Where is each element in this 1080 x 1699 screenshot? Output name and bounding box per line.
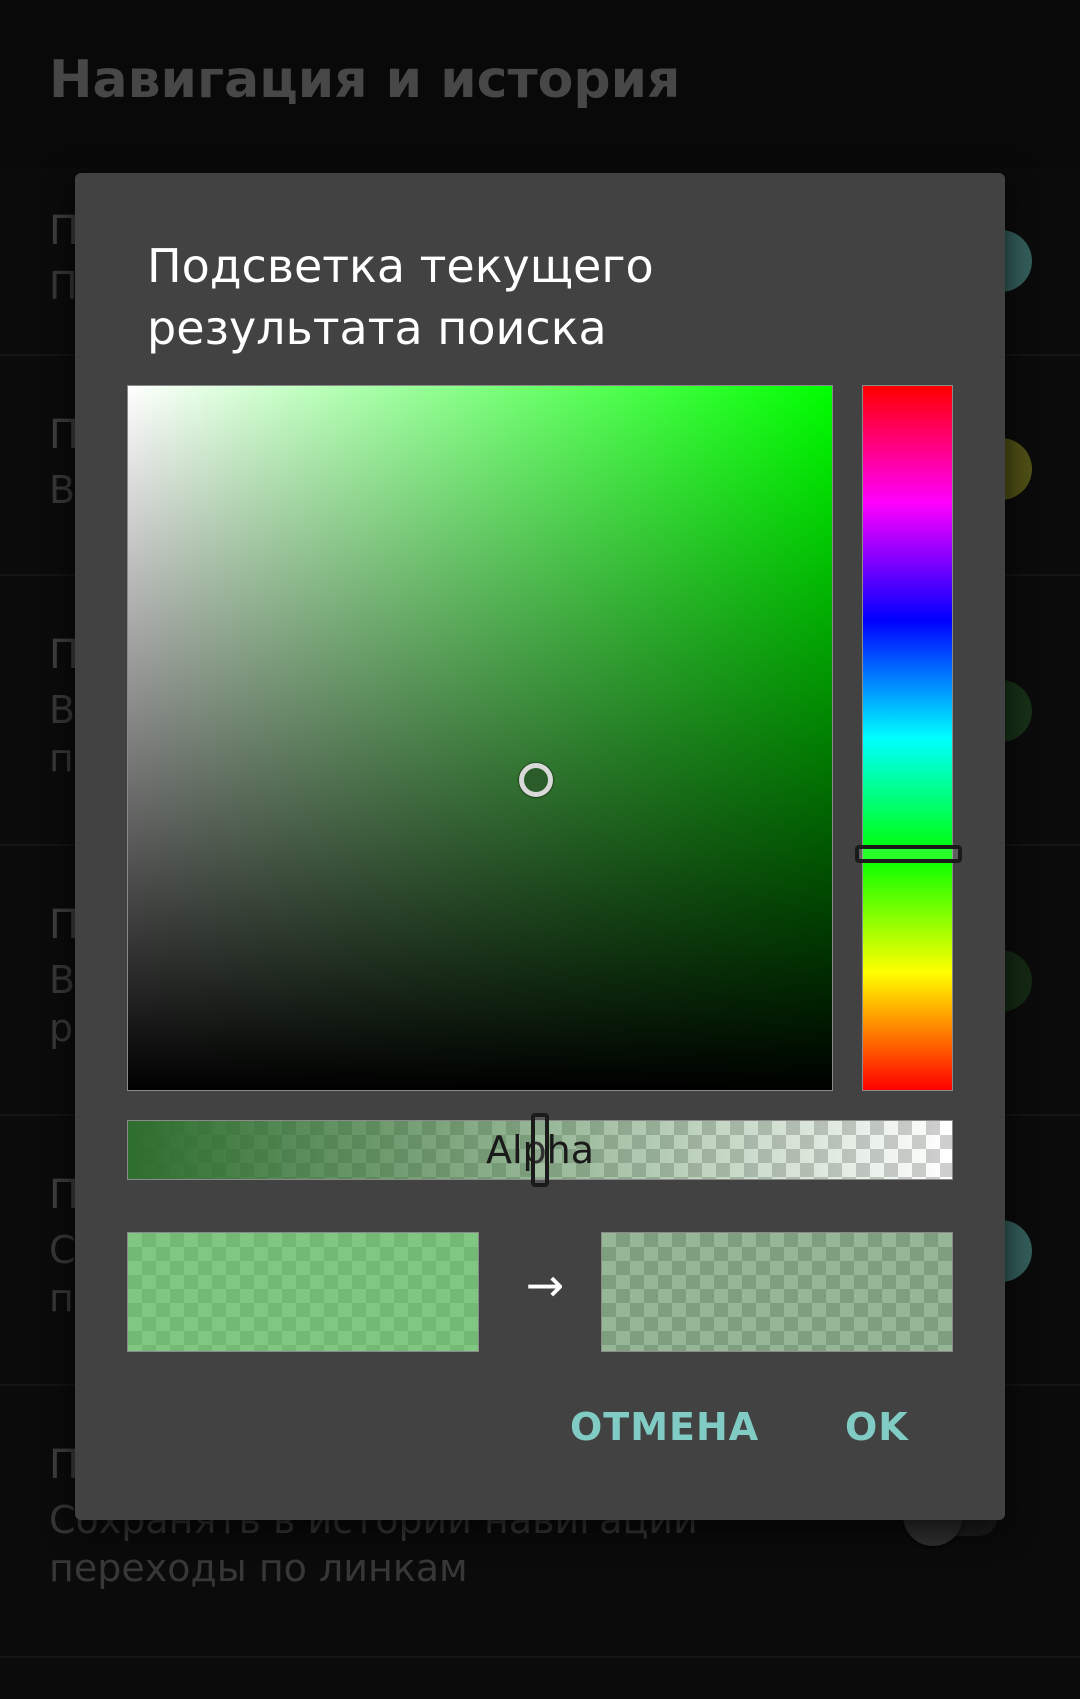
cancel-button[interactable]: ОТМЕНА	[570, 1405, 759, 1449]
dialog-title: Подсветка текущего результата поиска	[147, 239, 654, 355]
old-color-preview	[127, 1232, 479, 1352]
alpha-handle[interactable]	[531, 1113, 549, 1187]
hue-slider[interactable]	[855, 385, 962, 1091]
arrow-icon: →	[525, 1258, 565, 1312]
ok-button[interactable]: OK	[845, 1405, 909, 1449]
new-color-preview	[601, 1232, 953, 1352]
saturation-value-panel[interactable]	[127, 385, 833, 1091]
color-picker-dialog: Подсветка текущего результата поиска Alp…	[75, 173, 1005, 1520]
saturation-value-handle[interactable]	[519, 763, 554, 798]
old-color-fill	[128, 1233, 478, 1351]
hue-handle[interactable]	[855, 845, 962, 864]
new-color-fill	[602, 1233, 952, 1351]
